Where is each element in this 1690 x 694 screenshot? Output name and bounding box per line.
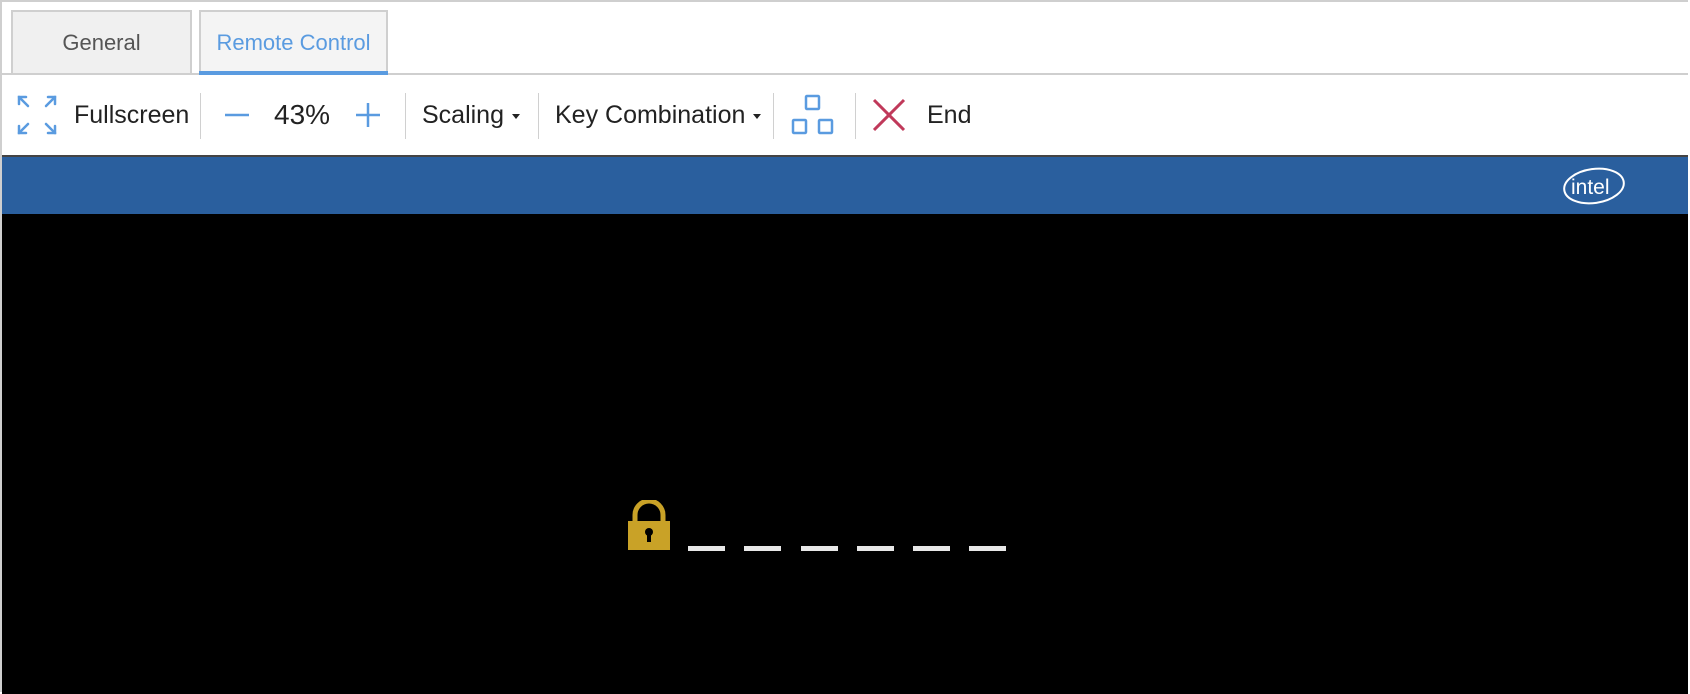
zoom-out-button[interactable]: [222, 75, 252, 155]
toolbar-divider: [855, 93, 856, 139]
fullscreen-button[interactable]: Fullscreen: [16, 75, 189, 155]
toolbar-divider: [538, 93, 539, 139]
toolbar-divider: [773, 93, 774, 139]
remote-toolbar: Fullscreen 43% Scaling Key Combination E…: [2, 75, 1688, 157]
toolbar-divider: [405, 93, 406, 139]
scaling-label: Scaling: [422, 100, 504, 129]
zoom-level: 43%: [274, 75, 330, 155]
end-session-button[interactable]: End: [871, 75, 971, 155]
tab-general[interactable]: General: [11, 10, 192, 73]
chevron-down-icon: [753, 114, 762, 119]
pin-slot: [744, 546, 781, 551]
plus-icon: [356, 103, 380, 127]
remote-screen[interactable]: intel: [2, 157, 1688, 694]
pin-slot: [857, 546, 894, 551]
key-combination-label: Key Combination: [555, 100, 746, 129]
pin-slot: [969, 546, 1006, 551]
pin-slot: [801, 546, 838, 551]
lock-icon: [628, 500, 670, 550]
pin-slot: [688, 546, 725, 551]
intel-logo: intel: [1563, 167, 1625, 205]
close-icon: [872, 98, 906, 132]
scaling-dropdown[interactable]: Scaling: [422, 75, 520, 155]
fullscreen-icon: [17, 95, 57, 135]
zoom-in-button[interactable]: [353, 75, 383, 155]
pin-slot: [913, 546, 950, 551]
chevron-down-icon: [512, 114, 520, 119]
tab-bar: General Remote Control: [2, 2, 1688, 75]
zoom-level-value: 43%: [274, 99, 331, 130]
window-layout-button[interactable]: [791, 75, 835, 155]
end-label: End: [927, 100, 972, 129]
fullscreen-label: Fullscreen: [74, 100, 190, 129]
remote-screen-banner: intel: [2, 157, 1688, 214]
tab-general-label: General: [62, 29, 141, 55]
remote-control-window: General Remote Control Fullscreen 43% Sc…: [0, 0, 1688, 694]
minus-icon: [225, 113, 249, 117]
toolbar-divider: [200, 93, 201, 139]
tab-remote-control-label: Remote Control: [216, 29, 371, 55]
window-layout-icon: [791, 94, 834, 135]
tab-remote-control[interactable]: Remote Control: [199, 10, 388, 75]
intel-logo-text: intel: [1571, 176, 1610, 199]
key-combination-dropdown[interactable]: Key Combination: [555, 75, 762, 155]
